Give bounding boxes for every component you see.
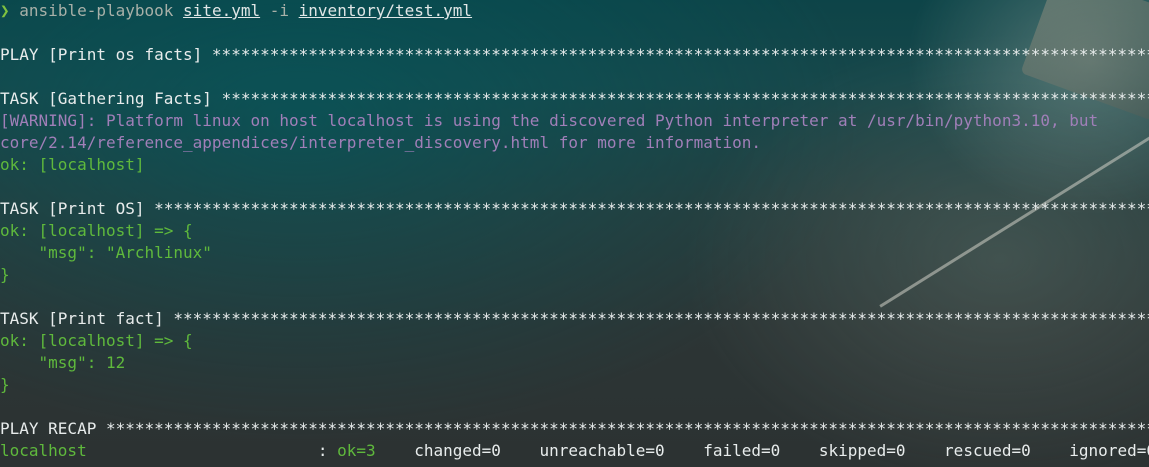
task-header-stars: ****************************************…	[173, 309, 1149, 328]
task-header-label: TASK [Print OS]	[0, 199, 155, 218]
command-arg-playbook: site.yml	[183, 1, 261, 20]
recap-rescued: rescued=0	[944, 441, 1031, 460]
warning-line-1: [WARNING]: Platform linux on host localh…	[0, 111, 1099, 130]
recap-header-stars: ****************************************…	[105, 419, 1149, 438]
task-header-print-fact: TASK [Print fact] **********************…	[0, 308, 1149, 330]
msg-key: "msg"	[38, 353, 87, 372]
task-result-ok: ok: [localhost]	[0, 155, 145, 174]
recap-ignored: ignored=0	[1069, 441, 1149, 460]
recap-colon: :	[317, 441, 338, 460]
recap-header-label: PLAY RECAP	[0, 419, 106, 438]
recap-unreachable: unreachable=0	[539, 441, 665, 460]
task-header-stars: ****************************************…	[221, 89, 1149, 108]
task-msg-line: "msg": "Archlinux"	[0, 242, 1149, 264]
terminal-output[interactable]: ❯ ansible-playbook site.yml -i inventory…	[0, 0, 1149, 467]
task-header-print-os: TASK [Print OS] ************************…	[0, 198, 1149, 220]
task-header-gathering-facts: TASK [Gathering Facts] *****************…	[0, 88, 1149, 110]
play-recap-header: PLAY RECAP *****************************…	[0, 418, 1149, 440]
play-header-label: PLAY [Print os facts]	[0, 45, 212, 64]
recap-ok: ok=3	[337, 441, 376, 460]
command-arg-inventory: inventory/test.yml	[298, 1, 473, 20]
play-recap-row: localhost : ok=3 changed=0 unreachable=0…	[0, 440, 1149, 462]
msg-value: "Archlinux"	[105, 243, 212, 262]
command-name: ansible-playbook	[19, 1, 174, 20]
msg-value: 12	[105, 353, 126, 372]
recap-host: localhost	[0, 441, 87, 460]
command-flag: -i	[269, 1, 290, 20]
prompt-line: ❯ ansible-playbook site.yml -i inventory…	[0, 0, 1149, 22]
msg-key: "msg"	[38, 243, 87, 262]
warning-line-2: core/2.14/reference_appendices/interpret…	[0, 133, 761, 152]
msg-separator: :	[86, 353, 106, 372]
prompt-arrow-icon: ❯	[0, 1, 10, 20]
task-result-ok: ok: [localhost] => {	[0, 331, 193, 350]
recap-skipped: skipped=0	[818, 441, 906, 460]
recap-changed: changed=0	[414, 441, 501, 460]
play-header: PLAY [Print os facts] ******************…	[0, 44, 1149, 66]
msg-separator: :	[86, 243, 106, 262]
recap-failed: failed=0	[703, 441, 781, 460]
task-header-label: TASK [Gathering Facts]	[0, 89, 222, 108]
task-result-close: }	[0, 375, 10, 394]
task-msg-line: "msg": 12	[0, 352, 1149, 374]
task-result-ok: ok: [localhost] => {	[0, 221, 193, 240]
task-result-close: }	[0, 265, 10, 284]
task-header-stars: ****************************************…	[154, 199, 1149, 218]
task-header-label: TASK [Print fact]	[0, 309, 174, 328]
play-header-stars: ****************************************…	[211, 45, 1149, 64]
